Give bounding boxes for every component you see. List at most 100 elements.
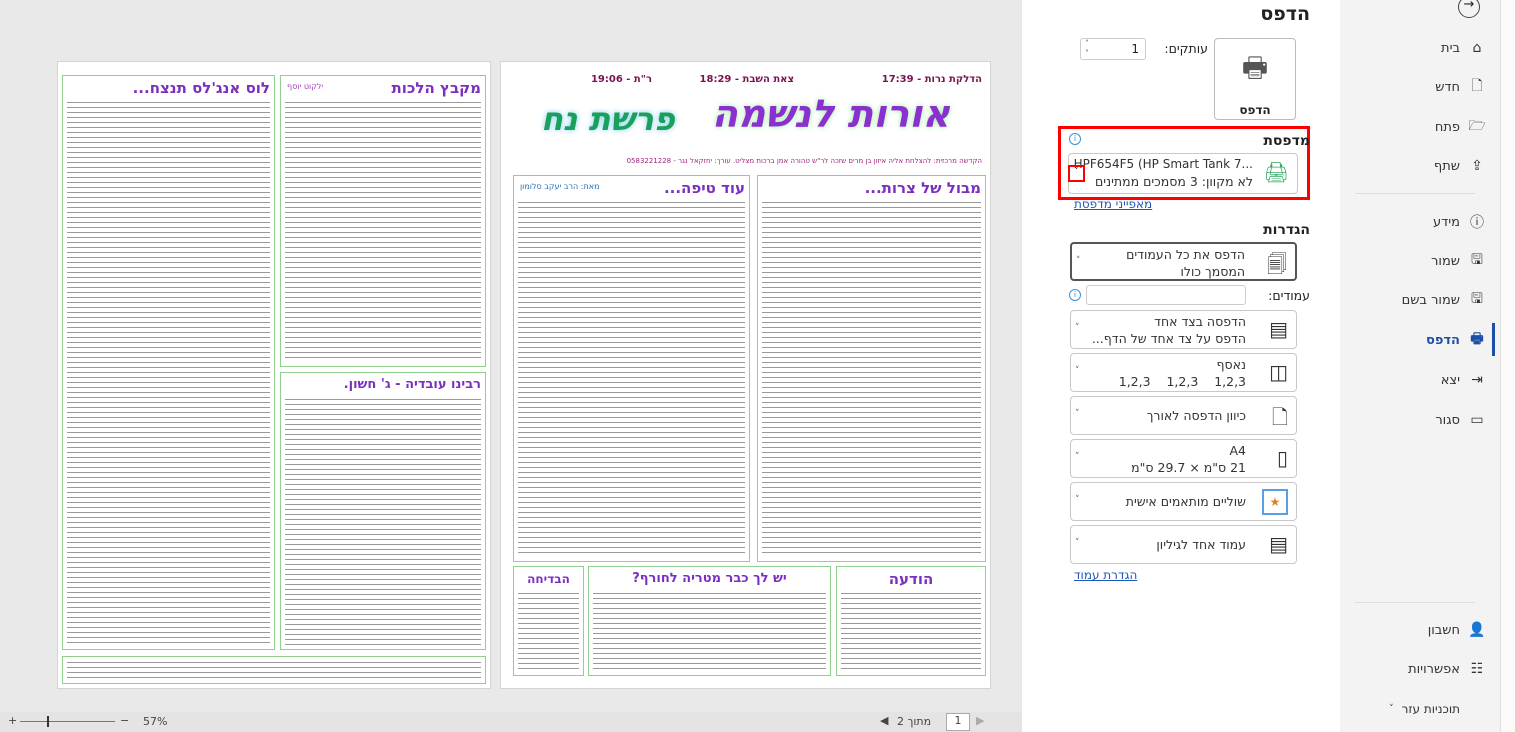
orientation-dropdown[interactable]: 🗋 כיוון הדפסה לאורך ˅ (1070, 396, 1297, 435)
page-number-input[interactable]: 1 (946, 713, 970, 731)
chevron-down-icon[interactable]: ˅ (1075, 452, 1080, 462)
zoom-slider-thumb[interactable] (47, 716, 49, 727)
printer-dropdown[interactable]: 🖨 HPF654F5 (HP Smart Tank 7... לא מקוון:… (1068, 153, 1298, 194)
nav-label: פתח (1434, 119, 1460, 135)
chevron-down-icon[interactable]: ˅ (1075, 366, 1080, 376)
collate-line1: נאסף (1216, 357, 1246, 372)
save-as-icon: 🖫 (1471, 291, 1483, 307)
portrait-icon: 🗋 (1271, 405, 1288, 429)
pages-input[interactable] (1086, 285, 1246, 305)
copies-label: עותקים: (1164, 41, 1208, 56)
nav-label: מידע (1433, 214, 1460, 230)
zoom-in-button[interactable]: + (8, 714, 17, 727)
nav-print[interactable]: 🖶 הדפס (1426, 328, 1486, 352)
nav-label: בית (1441, 40, 1460, 56)
nav-open[interactable]: 🗁 פתח (1435, 115, 1486, 139)
umbrella-box: יש לך כבר מטריה לחורף? (588, 566, 831, 676)
spinner-arrows-icon[interactable]: ˄ ˅ (1085, 39, 1089, 59)
nav-new[interactable]: 🗋 חדש (1435, 75, 1486, 99)
notice-box: הודעה (836, 566, 986, 676)
nav-close[interactable]: ▭ סגור (1435, 408, 1486, 432)
chevron-down-icon[interactable]: ˅ (1075, 495, 1080, 505)
chevron-down-icon[interactable]: ˅ (1076, 256, 1081, 266)
back-arrow-icon[interactable]: → (1458, 0, 1480, 18)
print-range-line2: המסמך כולו (1180, 264, 1245, 279)
printer-info-icon[interactable]: i (1069, 133, 1081, 145)
sides-line1: הדפסה בצד אחד (1154, 314, 1246, 329)
notice-heading: הודעה (888, 570, 934, 588)
nav-save-as[interactable]: 🖫 שמור בשם (1402, 288, 1486, 312)
printer-properties-link[interactable]: מאפייני מדפסת (1074, 197, 1152, 211)
chevron-down-icon[interactable]: ˅ (1068, 165, 1085, 182)
divider (1355, 193, 1475, 194)
collate-dropdown[interactable]: ◫ נאסף 1,2,3 1,2,3 1,2,3 ˅ (1070, 353, 1297, 392)
copies-spinner[interactable]: ˄ ˅ 1 (1080, 38, 1146, 60)
home-icon: ⌂ (1472, 40, 1482, 56)
nav-add-ins[interactable]: תוכניות עזר ˅ (1389, 697, 1460, 721)
ovadia-heading: רבינו עובדיה - ג' חשון. (343, 377, 481, 392)
pages-info-icon[interactable]: i (1069, 289, 1081, 301)
flood-box: מבול של צרות... (757, 175, 986, 562)
collate-icon: ◫ (1269, 360, 1288, 384)
backstage-sidebar: → ⌂ בית 🗋 חדש 🗁 פתח ⇪ שתף ⓘ מידע 🖫 שמור 🖫 שמור … (1340, 0, 1500, 732)
page-count: מתוך 2 (897, 715, 932, 728)
print-settings-panel: הדפס 🖶 הדפס עותקים: ˄ ˅ 1 מדפסת i 🖨 HPF65… (1022, 0, 1340, 732)
paper-line1: A4 (1229, 443, 1246, 458)
nav-save[interactable]: 🖫 שמור (1431, 249, 1486, 273)
print-range-line1: הדפס את כל העמודים (1126, 247, 1245, 262)
nav-label: חדש (1435, 79, 1460, 95)
pages-per-sheet-dropdown[interactable]: ▤ עמוד אחד לגיליון ˅ (1070, 525, 1297, 564)
shabbat-end: צאת השבת - 18:29 (699, 74, 794, 85)
zoom-out-button[interactable]: − (120, 714, 129, 727)
status-bar: + − 57% ◀ מתוך 2 1 ▶ (0, 712, 1022, 732)
sides-dropdown[interactable]: ▤ הדפסה בצד אחד הדפס על צד אחד של הדף...… (1070, 310, 1297, 349)
page-per-sheet-icon: ▤ (1269, 532, 1288, 556)
export-icon: ⇥ (1471, 372, 1483, 388)
chevron-down-icon[interactable]: ˅ (1075, 323, 1080, 333)
parasha-name: פרשת נח (541, 100, 675, 138)
print-button[interactable]: 🖶 הדפס (1214, 38, 1296, 120)
page-setup-link[interactable]: הגדרת עמוד (1074, 568, 1137, 582)
flood-heading: מבול של צרות... (864, 179, 981, 197)
la-heading: לוס אנג'לס תנצח... (132, 79, 270, 97)
save-icon: 🖫 (1471, 252, 1483, 268)
nav-export[interactable]: ⇥ יצא (1441, 368, 1486, 392)
nav-home[interactable]: ⌂ בית (1441, 36, 1486, 60)
ovadia-box: רבינו עובדיה - ג' חשון. (280, 372, 486, 650)
printer-heading: מדפסת (1263, 133, 1310, 149)
print-range-dropdown[interactable]: 🗐 הדפס את כל העמודים המסמך כולו ˅ (1070, 242, 1297, 281)
pages-icon: 🗐 (1267, 252, 1287, 276)
new-document-icon: 🗋 (1471, 78, 1483, 94)
nav-options[interactable]: ☷ אפשרויות (1408, 657, 1486, 681)
print-title: הדפס (1260, 3, 1310, 25)
zoom-slider[interactable] (20, 721, 115, 722)
chevron-down-icon[interactable]: ˅ (1075, 409, 1080, 419)
next-page-button[interactable]: ◀ (880, 714, 888, 727)
folder-icon: ▭ (1470, 412, 1484, 428)
nav-account[interactable]: 👤 חשבון (1428, 618, 1486, 642)
prev-page-button[interactable]: ▶ (976, 714, 984, 727)
nav-label: יצא (1440, 372, 1460, 388)
paper-icon: ▯ (1276, 446, 1288, 470)
nav-label: שמור בשם (1401, 292, 1460, 308)
chevron-down-icon: ˅ (1389, 704, 1394, 714)
nav-label: סגור (1435, 412, 1460, 428)
options-icon: ☷ (1470, 661, 1484, 677)
printer-status: לא מקוון: 3 מסמכים ממתינים (1095, 174, 1253, 189)
nav-label: הדפס (1426, 332, 1460, 348)
scrollbar[interactable] (1500, 0, 1515, 732)
paper-size-dropdown[interactable]: ▯ A4 21 ס"מ × 29.7 ס"מ ˅ (1070, 439, 1297, 478)
pages-per-sheet-label: עמוד אחד לגיליון (1156, 537, 1246, 552)
printer-ready-icon: 🖨 (1263, 160, 1289, 184)
drop-author: מאת: הרב יעקב סלומון (520, 182, 600, 191)
zoom-level[interactable]: 57% (143, 715, 167, 728)
share-icon: ⇪ (1471, 158, 1483, 174)
chevron-down-icon[interactable]: ˅ (1075, 538, 1080, 548)
pages-label: עמודים: (1268, 288, 1310, 303)
one-sided-icon: ▤ (1269, 317, 1288, 341)
nav-info[interactable]: ⓘ מידע (1433, 210, 1486, 234)
info-icon: ⓘ (1470, 215, 1484, 231)
active-indicator (1492, 323, 1495, 356)
margins-dropdown[interactable]: ★ שוליים מותאמים אישית ˅ (1070, 482, 1297, 521)
nav-share[interactable]: ⇪ שתף (1434, 154, 1486, 178)
